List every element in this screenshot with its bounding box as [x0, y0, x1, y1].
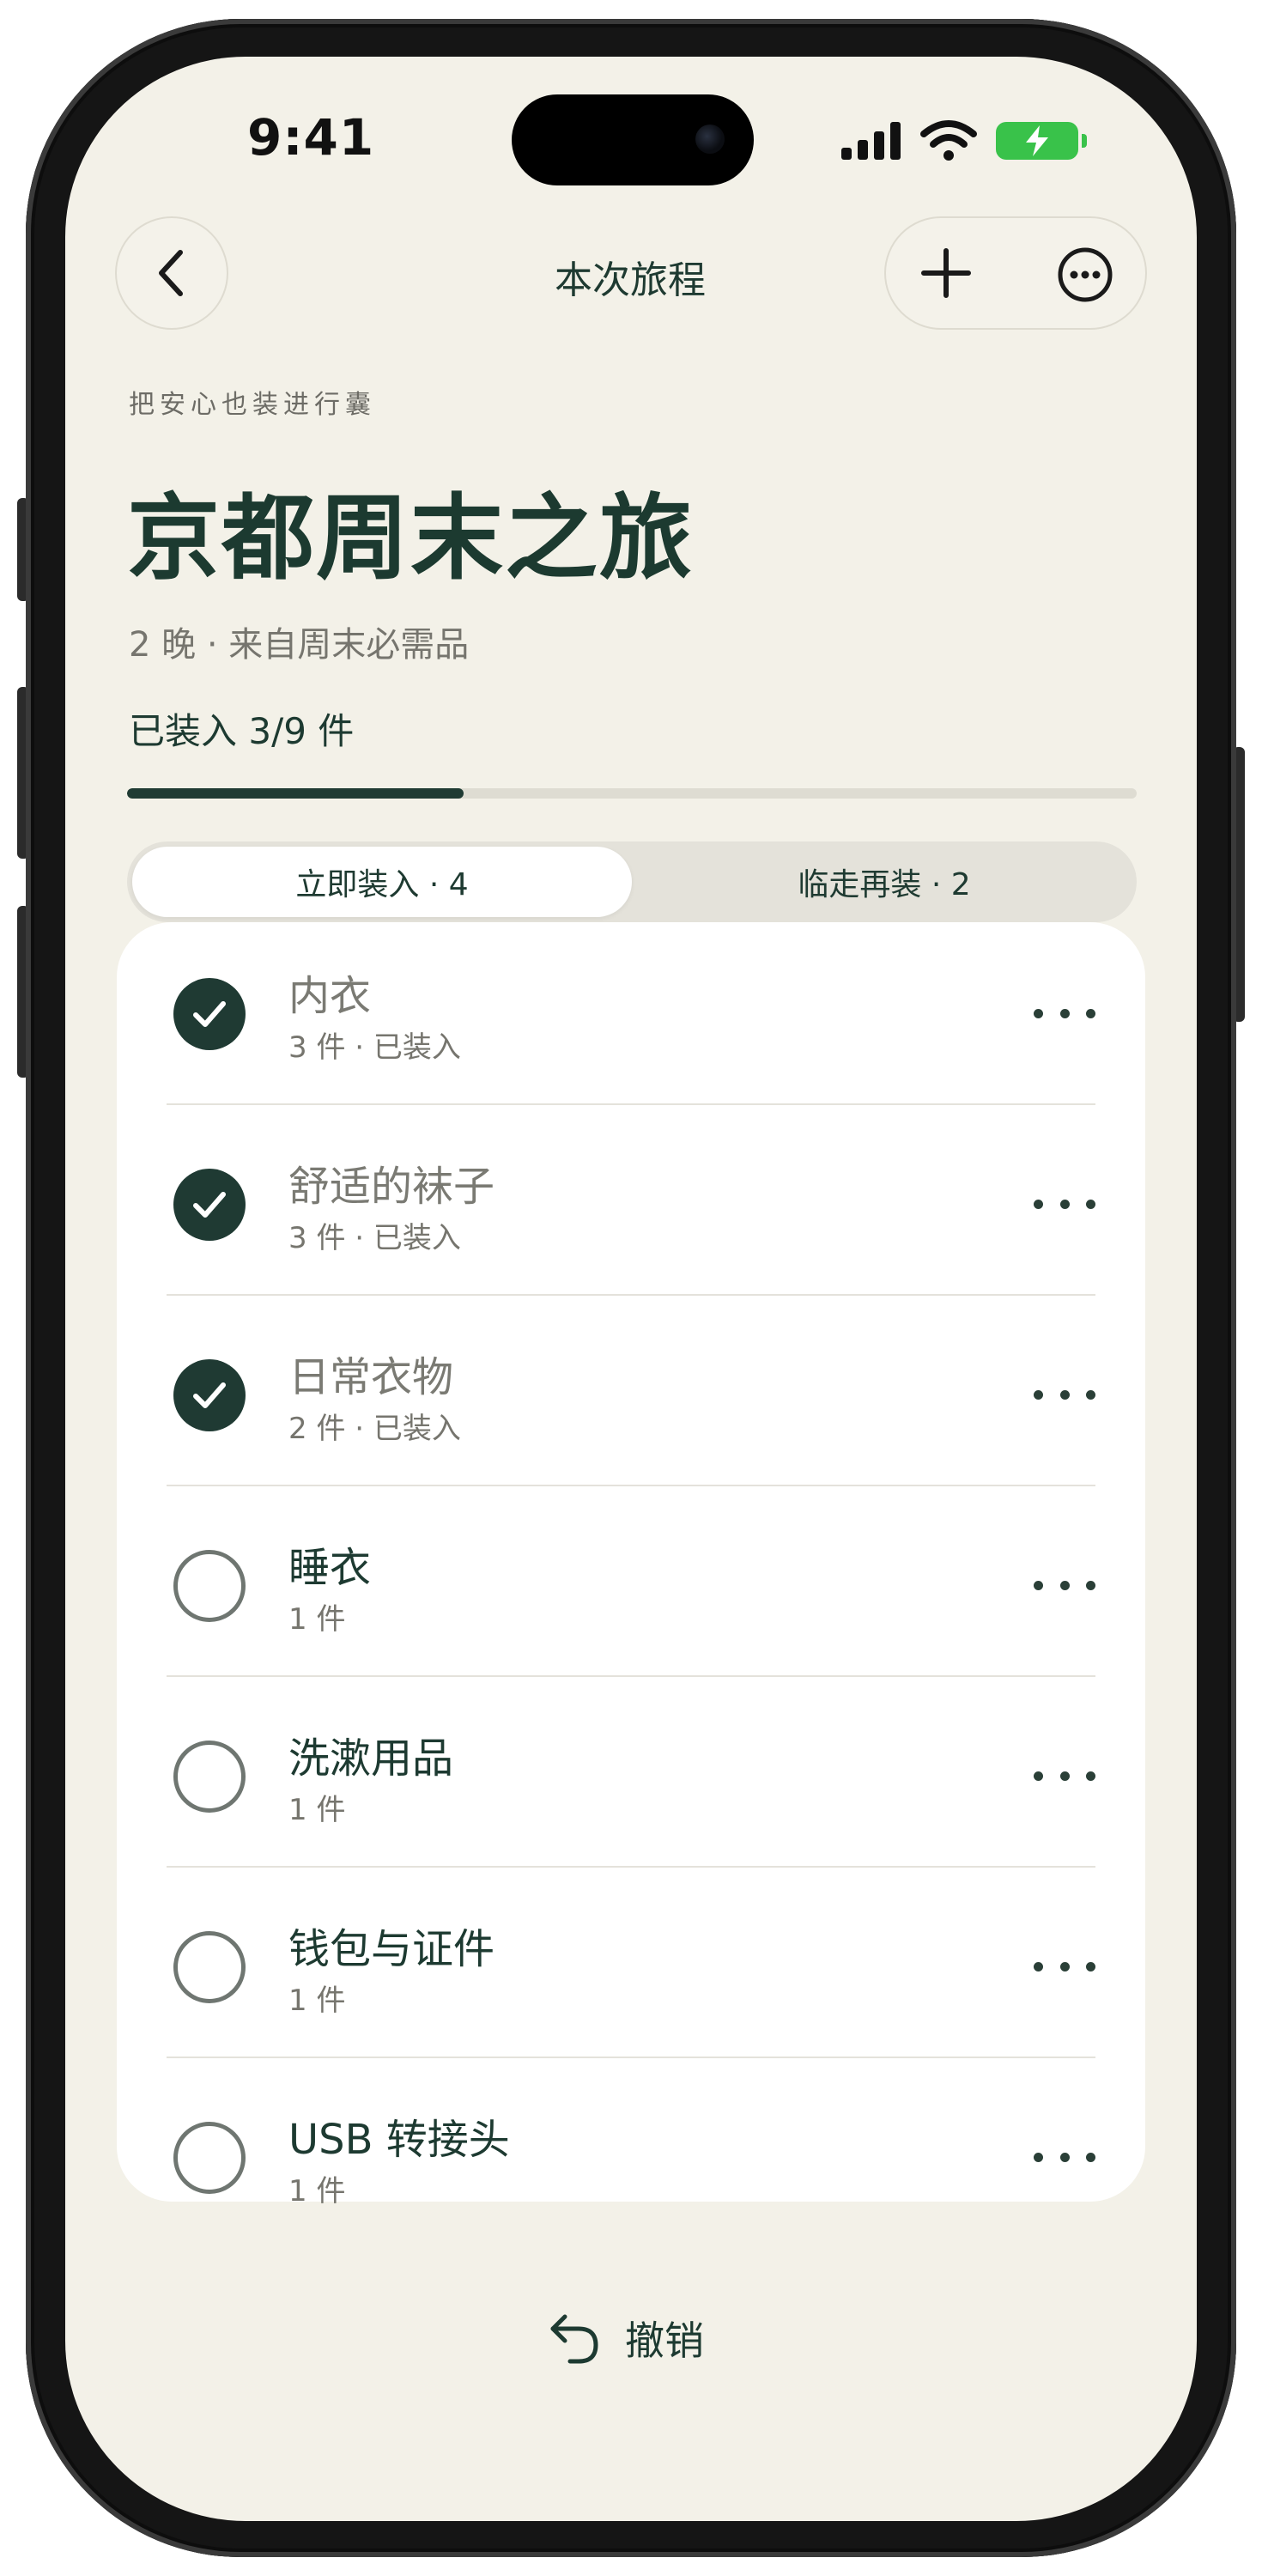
trip-title: 京都周末之旅	[127, 485, 695, 592]
item-detail: 1 件	[288, 1793, 346, 1827]
list-item[interactable]: 睡衣 1 件	[117, 1494, 1145, 1677]
dot-icon	[1034, 1580, 1043, 1590]
item-name: 睡衣	[288, 1544, 372, 1592]
list-item[interactable]: USB 转接头 1 件	[117, 2066, 1145, 2249]
plus-icon	[921, 248, 971, 298]
dot-icon	[1086, 1771, 1095, 1781]
list-item[interactable]: 舒适的袜子 3 件 · 已装入	[117, 1113, 1145, 1296]
item-name: 日常衣物	[288, 1353, 454, 1401]
item-detail: 3 件 · 已装入	[288, 1030, 461, 1065]
tagline: 把安心也装进行囊	[129, 390, 376, 420]
list-item[interactable]: 钱包与证件 1 件	[117, 1875, 1145, 2058]
dot-icon	[1086, 1389, 1095, 1400]
item-name: 舒适的袜子	[288, 1163, 495, 1211]
dot-icon	[1086, 1961, 1095, 1971]
camera-icon	[695, 125, 725, 154]
row-divider	[167, 1485, 1095, 1486]
dot-icon	[1086, 2152, 1095, 2162]
item-detail: 2 件 · 已装入	[288, 1412, 461, 1446]
battery-icon	[996, 122, 1087, 160]
status-icons	[841, 120, 1087, 161]
dot-icon	[1034, 1008, 1043, 1018]
nav-actions	[884, 216, 1147, 330]
item-more-button[interactable]	[1034, 2142, 1095, 2172]
ellipsis-circle-icon	[1058, 247, 1113, 302]
dot-icon	[1034, 1389, 1043, 1400]
list-item[interactable]: 内衣 3 件 · 已装入	[117, 922, 1145, 1105]
dot-icon	[1059, 2152, 1070, 2162]
item-detail: 1 件	[288, 1602, 346, 1637]
item-name: 钱包与证件	[288, 1925, 495, 1973]
undo-label: 撤销	[625, 2318, 704, 2364]
packed-count: 已装入 3/9 件	[129, 710, 355, 752]
row-divider	[167, 2057, 1095, 2058]
back-button[interactable]	[115, 216, 228, 330]
dot-icon	[1059, 1771, 1070, 1781]
charging-bolt-icon	[1026, 125, 1048, 156]
status-time: 9:41	[247, 108, 375, 167]
nav-title: 本次旅程	[555, 258, 706, 302]
dot-icon	[1034, 1199, 1043, 1209]
item-more-button[interactable]	[1034, 998, 1095, 1029]
add-button[interactable]	[919, 246, 974, 301]
dot-icon	[1034, 1771, 1043, 1781]
item-list: 内衣 3 件 · 已装入 舒适的袜子 3 件 · 已装入 日常衣物 2 件 · 已装入 睡衣…	[117, 922, 1145, 2208]
row-divider	[167, 1866, 1095, 1868]
item-name: USB 转接头	[288, 2116, 510, 2164]
packed-checkbox[interactable]	[173, 2122, 246, 2194]
item-detail: 1 件	[288, 2174, 346, 2208]
item-name: 洗漱用品	[288, 1735, 454, 1783]
dot-icon	[1034, 2152, 1043, 2162]
packed-checkbox[interactable]	[173, 1550, 246, 1622]
dot-icon	[1059, 1008, 1070, 1018]
dot-icon	[1086, 1199, 1095, 1209]
row-divider	[167, 1103, 1095, 1105]
item-detail: 3 件 · 已装入	[288, 1221, 461, 1255]
dot-icon	[1034, 1961, 1043, 1971]
dot-icon	[1086, 1008, 1095, 1018]
undo-arrow-icon	[550, 2314, 598, 2364]
segmented-control: 立即装入 · 4 临走再装 · 2	[127, 841, 1137, 922]
progress-fill	[127, 788, 464, 799]
undo-button[interactable]: 撤销	[546, 2310, 704, 2366]
tab-pack-now[interactable]: 立即装入 · 4	[132, 847, 632, 917]
packed-checkbox[interactable]	[173, 1741, 246, 1813]
more-options-button[interactable]	[1056, 246, 1114, 304]
dot-icon	[1059, 1580, 1070, 1590]
item-more-button[interactable]	[1034, 1570, 1095, 1601]
checkmark-icon	[193, 1192, 226, 1218]
packed-checkbox[interactable]	[173, 1359, 246, 1431]
signal-icon	[841, 122, 901, 160]
trip-meta: 2 晚 · 来自周末必需品	[129, 625, 470, 665]
tab-pack-later[interactable]: 临走再装 · 2	[637, 847, 1132, 917]
list-item[interactable]: 日常衣物 2 件 · 已装入	[117, 1303, 1145, 1486]
chevron-left-icon	[159, 250, 183, 296]
packed-checkbox[interactable]	[173, 1931, 246, 2003]
list-item[interactable]: 洗漱用品 1 件	[117, 1685, 1145, 1868]
dot-icon	[1059, 1389, 1070, 1400]
packing-progress-bar	[127, 788, 1137, 799]
dot-icon	[1086, 1580, 1095, 1590]
packed-checkbox[interactable]	[173, 1169, 246, 1241]
checkmark-icon	[193, 1001, 226, 1027]
row-divider	[167, 1294, 1095, 1296]
dot-icon	[1059, 1961, 1070, 1971]
checkmark-icon	[193, 1382, 226, 1408]
item-more-button[interactable]	[1034, 1188, 1095, 1219]
wifi-icon	[920, 120, 977, 161]
packed-checkbox[interactable]	[173, 978, 246, 1050]
item-more-button[interactable]	[1034, 1379, 1095, 1410]
item-detail: 1 件	[288, 1984, 346, 2018]
dynamic-island	[512, 94, 754, 185]
item-more-button[interactable]	[1034, 1760, 1095, 1791]
item-more-button[interactable]	[1034, 1951, 1095, 1982]
item-name: 内衣	[288, 972, 372, 1020]
row-divider	[167, 1675, 1095, 1677]
dot-icon	[1059, 1199, 1070, 1209]
